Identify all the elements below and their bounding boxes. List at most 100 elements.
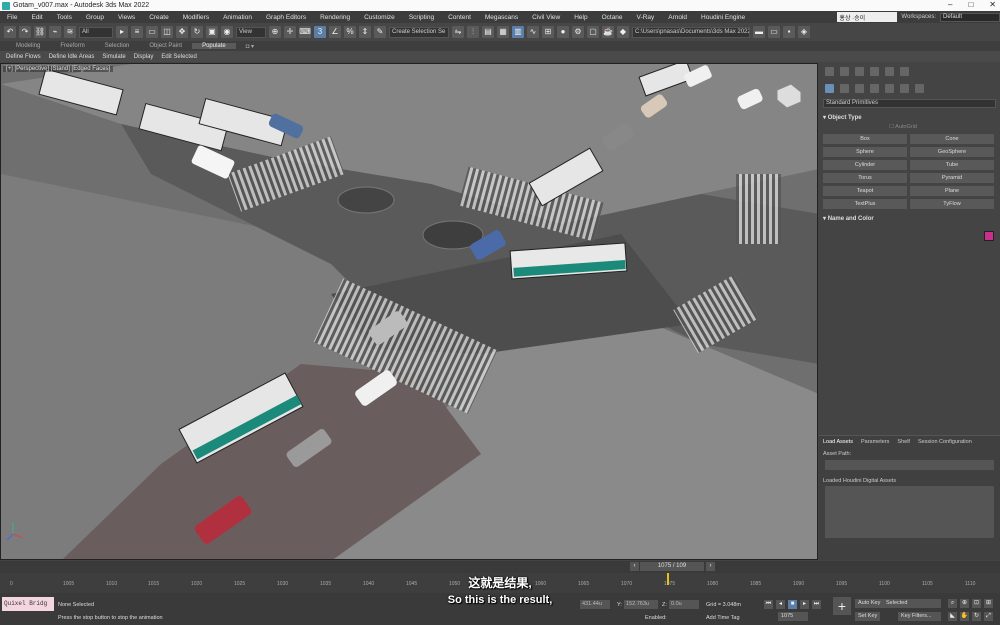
object-type-rollout[interactable]: ▾ Object Type	[823, 114, 996, 121]
name-and-color-rollout[interactable]: ▾ Name and Color	[823, 215, 996, 222]
utilities-tab-icon[interactable]	[900, 67, 909, 76]
next-frame-icon[interactable]: ›	[706, 562, 715, 571]
teapot-button[interactable]: Teapot	[823, 186, 907, 196]
display-tab-icon[interactable]	[885, 67, 894, 76]
spinner-snap-icon[interactable]: ⇕	[359, 26, 371, 38]
ribbon-options-icon[interactable]: ◘ ▾	[236, 43, 264, 50]
save-icon[interactable]: ▪	[783, 26, 795, 38]
menu-scripting[interactable]: Scripting	[402, 14, 441, 21]
menu-group[interactable]: Group	[79, 14, 111, 21]
menu-graph-editors[interactable]: Graph Editors	[259, 14, 313, 21]
menu-tools[interactable]: Tools	[50, 14, 79, 21]
render-setup-icon[interactable]: ⚙	[572, 26, 584, 38]
project-path[interactable]: C:\Users\pnasas\Documents\3ds Max 2022	[632, 26, 750, 38]
hierarchy-tab-icon[interactable]	[855, 67, 864, 76]
menu-vray[interactable]: V-Ray	[630, 14, 662, 21]
menu-content[interactable]: Content	[441, 14, 478, 21]
percent-snap-icon[interactable]: %	[344, 26, 356, 38]
curve-editor-icon[interactable]: ∿	[527, 26, 539, 38]
autogrid-checkbox[interactable]: ☐ AutoGrid	[889, 124, 1000, 130]
pan-icon[interactable]: ✋	[960, 612, 969, 621]
menu-edit[interactable]: Edit	[24, 14, 49, 21]
select-manipulate-icon[interactable]: ✛	[284, 26, 296, 38]
menu-megascans[interactable]: Megascans	[478, 14, 525, 21]
workspaces-dropdown[interactable]: Default	[940, 12, 1000, 22]
geosphere-button[interactable]: GeoSphere	[910, 147, 994, 157]
rendered-frame-icon[interactable]: ▢	[587, 26, 599, 38]
cone-button[interactable]: Cone	[910, 134, 994, 144]
place-icon[interactable]: ◉	[221, 26, 233, 38]
systems-icon[interactable]	[915, 84, 924, 93]
move-icon[interactable]: ✥	[176, 26, 188, 38]
close-icon[interactable]: ✕	[989, 0, 996, 9]
asset-path-input[interactable]	[825, 460, 994, 470]
define-idle-areas-button[interactable]: Define Idle Areas	[49, 54, 95, 60]
bind-space-warp-icon[interactable]: ≋	[64, 26, 76, 38]
scale-icon[interactable]: ▣	[206, 26, 218, 38]
tab-populate[interactable]: Populate	[192, 43, 236, 49]
menu-rendering[interactable]: Rendering	[313, 14, 357, 21]
lights-icon[interactable]	[855, 84, 864, 93]
unlink-icon[interactable]: ⌁	[49, 26, 61, 38]
keyboard-shortcut-icon[interactable]: ⌨	[299, 26, 311, 38]
selection-filter-dropdown[interactable]: All	[79, 26, 113, 38]
tab-object-paint[interactable]: Object Paint	[139, 43, 192, 49]
key-filters-button[interactable]: Key Filters...	[898, 612, 941, 621]
helpers-icon[interactable]	[885, 84, 894, 93]
add-time-tag-button[interactable]: Add Time Tag	[706, 615, 740, 621]
menu-arnold[interactable]: Arnold	[661, 14, 694, 21]
shapes-icon[interactable]	[840, 84, 849, 93]
torus-button[interactable]: Torus	[823, 173, 907, 183]
undo-icon[interactable]: ↶	[4, 26, 16, 38]
menu-modifiers[interactable]: Modifiers	[176, 14, 216, 21]
window-crossing-icon[interactable]: ◫	[161, 26, 173, 38]
link-icon[interactable]: ⛓	[34, 26, 46, 38]
geometry-icon[interactable]	[825, 84, 834, 93]
primitive-category-dropdown[interactable]: Standard Primitives	[823, 99, 996, 108]
menu-customize[interactable]: Customize	[357, 14, 402, 21]
redo-icon[interactable]: ↷	[19, 26, 31, 38]
pyramid-button[interactable]: Pyramid	[910, 173, 994, 183]
space-warps-icon[interactable]	[900, 84, 909, 93]
display-button[interactable]: Display	[134, 54, 154, 60]
tab-freeform[interactable]: Freeform	[50, 43, 94, 49]
schematic-view-icon[interactable]: ⊞	[542, 26, 554, 38]
pivot-icon[interactable]: ⊕	[269, 26, 281, 38]
textplus-button[interactable]: TextPlus	[823, 199, 907, 209]
select-by-name-icon[interactable]: ≡	[131, 26, 143, 38]
render-icon[interactable]: ☕	[602, 26, 614, 38]
menu-animation[interactable]: Animation	[216, 14, 259, 21]
time-slider[interactable]: 1075 / 109	[640, 562, 704, 571]
reference-coord-dropdown[interactable]: View	[236, 26, 266, 38]
create-tab-icon[interactable]	[825, 67, 834, 76]
current-frame-field[interactable]: 1075	[778, 612, 808, 621]
fov-icon[interactable]: ◣	[948, 612, 957, 621]
tab-modeling[interactable]: Modeling	[6, 43, 50, 49]
menu-help[interactable]: Help	[567, 14, 594, 21]
menu-create[interactable]: Create	[142, 14, 176, 21]
menu-octane[interactable]: Octane	[595, 14, 630, 21]
arnold-render-icon[interactable]: ◆	[617, 26, 629, 38]
menu-file[interactable]: File	[0, 14, 24, 21]
prev-frame-icon[interactable]: ‹	[630, 562, 639, 571]
minimize-icon[interactable]: –	[948, 0, 952, 9]
maximize-viewport-icon[interactable]: ⤢	[984, 612, 993, 621]
simulate-button[interactable]: Simulate	[102, 54, 125, 60]
cameras-icon[interactable]	[870, 84, 879, 93]
set-key-button[interactable]: Set Key	[855, 612, 881, 621]
project-folder-icon[interactable]: ▬	[753, 26, 765, 38]
rect-selection-icon[interactable]: ▭	[146, 26, 158, 38]
define-flows-button[interactable]: Define Flows	[6, 54, 41, 60]
perspective-viewport[interactable]: [+] [Perspective] [Stand] [Edged Faces]	[0, 63, 818, 560]
named-selection-sets-dropdown[interactable]: Create Selection Se	[389, 26, 449, 38]
tube-button[interactable]: Tube	[910, 160, 994, 170]
mirror-icon[interactable]: ⇋	[452, 26, 464, 38]
tab-shelf[interactable]: Shelf	[897, 439, 910, 445]
motion-tab-icon[interactable]	[870, 67, 879, 76]
houdini-icon[interactable]: ◈	[798, 26, 810, 38]
ribbon-toggle-icon[interactable]: ▥	[512, 26, 524, 38]
plane-button[interactable]: Plane	[910, 186, 994, 196]
viewport-label[interactable]: [+] [Perspective] [Stand] [Edged Faces]	[3, 66, 114, 72]
sphere-button[interactable]: Sphere	[823, 147, 907, 157]
maximize-icon[interactable]: □	[968, 0, 973, 9]
